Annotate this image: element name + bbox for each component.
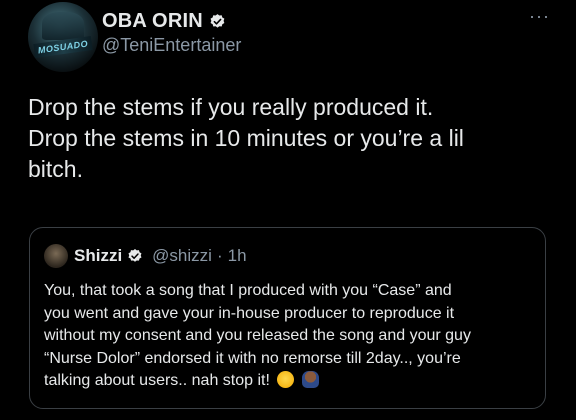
quoted-tweet[interactable]: Shizzi @shizzi · 1h You, that took a son… — [29, 227, 546, 409]
quoted-text-line: “Nurse Dolor” endorsed it with no remors… — [44, 349, 461, 367]
quoted-text-line-last: talking about users.. nah stop it! — [44, 370, 539, 393]
quoted-text-line: talking about users.. nah stop it! — [44, 372, 270, 389]
tweet-text-line: bitch. — [28, 156, 83, 182]
tweet-text-line: Drop the stems if you really produced it… — [28, 94, 434, 120]
quoted-text-line: You, that took a song that I produced wi… — [44, 282, 452, 299]
person-facepalm-emoji — [301, 371, 319, 388]
tweet-text-line: Drop the stems in 10 minutes or you’re a… — [28, 125, 464, 151]
author-display-name[interactable]: OBA ORIN — [102, 10, 203, 33]
author-avatar[interactable]: MOSUADO — [28, 2, 98, 72]
quoted-author-avatar[interactable] — [44, 244, 68, 268]
quoted-text-line: you went and gave your in-house producer… — [44, 304, 455, 322]
quoted-tweet-time[interactable]: 1h — [228, 246, 247, 266]
laughing-crying-emoji — [277, 371, 295, 388]
verified-badge-icon — [210, 14, 225, 28]
author-name-row: OBA ORIN — [102, 10, 226, 33]
avatar-logo: MOSUADO — [33, 36, 93, 58]
avatar-figures — [42, 12, 84, 40]
quoted-author-handle[interactable]: @shizzi — [152, 246, 212, 266]
meta-separator: · — [216, 246, 223, 265]
quoted-text-line: without my consent and you released the … — [44, 327, 471, 344]
quoted-author-name[interactable]: Shizzi — [74, 246, 122, 266]
verified-badge-icon — [128, 249, 142, 262]
quoted-tweet-text: You, that took a song that I produced wi… — [44, 280, 539, 393]
author-handle[interactable]: @TeniEntertainer — [102, 35, 241, 56]
more-options-icon[interactable]: ··· — [529, 7, 550, 25]
tweet-card[interactable]: MOSUADO OBA ORIN @TeniEntertainer ··· Dr… — [0, 0, 576, 420]
quoted-tweet-header: Shizzi @shizzi · 1h — [74, 246, 247, 266]
tweet-text: Drop the stems if you really produced it… — [28, 92, 558, 185]
